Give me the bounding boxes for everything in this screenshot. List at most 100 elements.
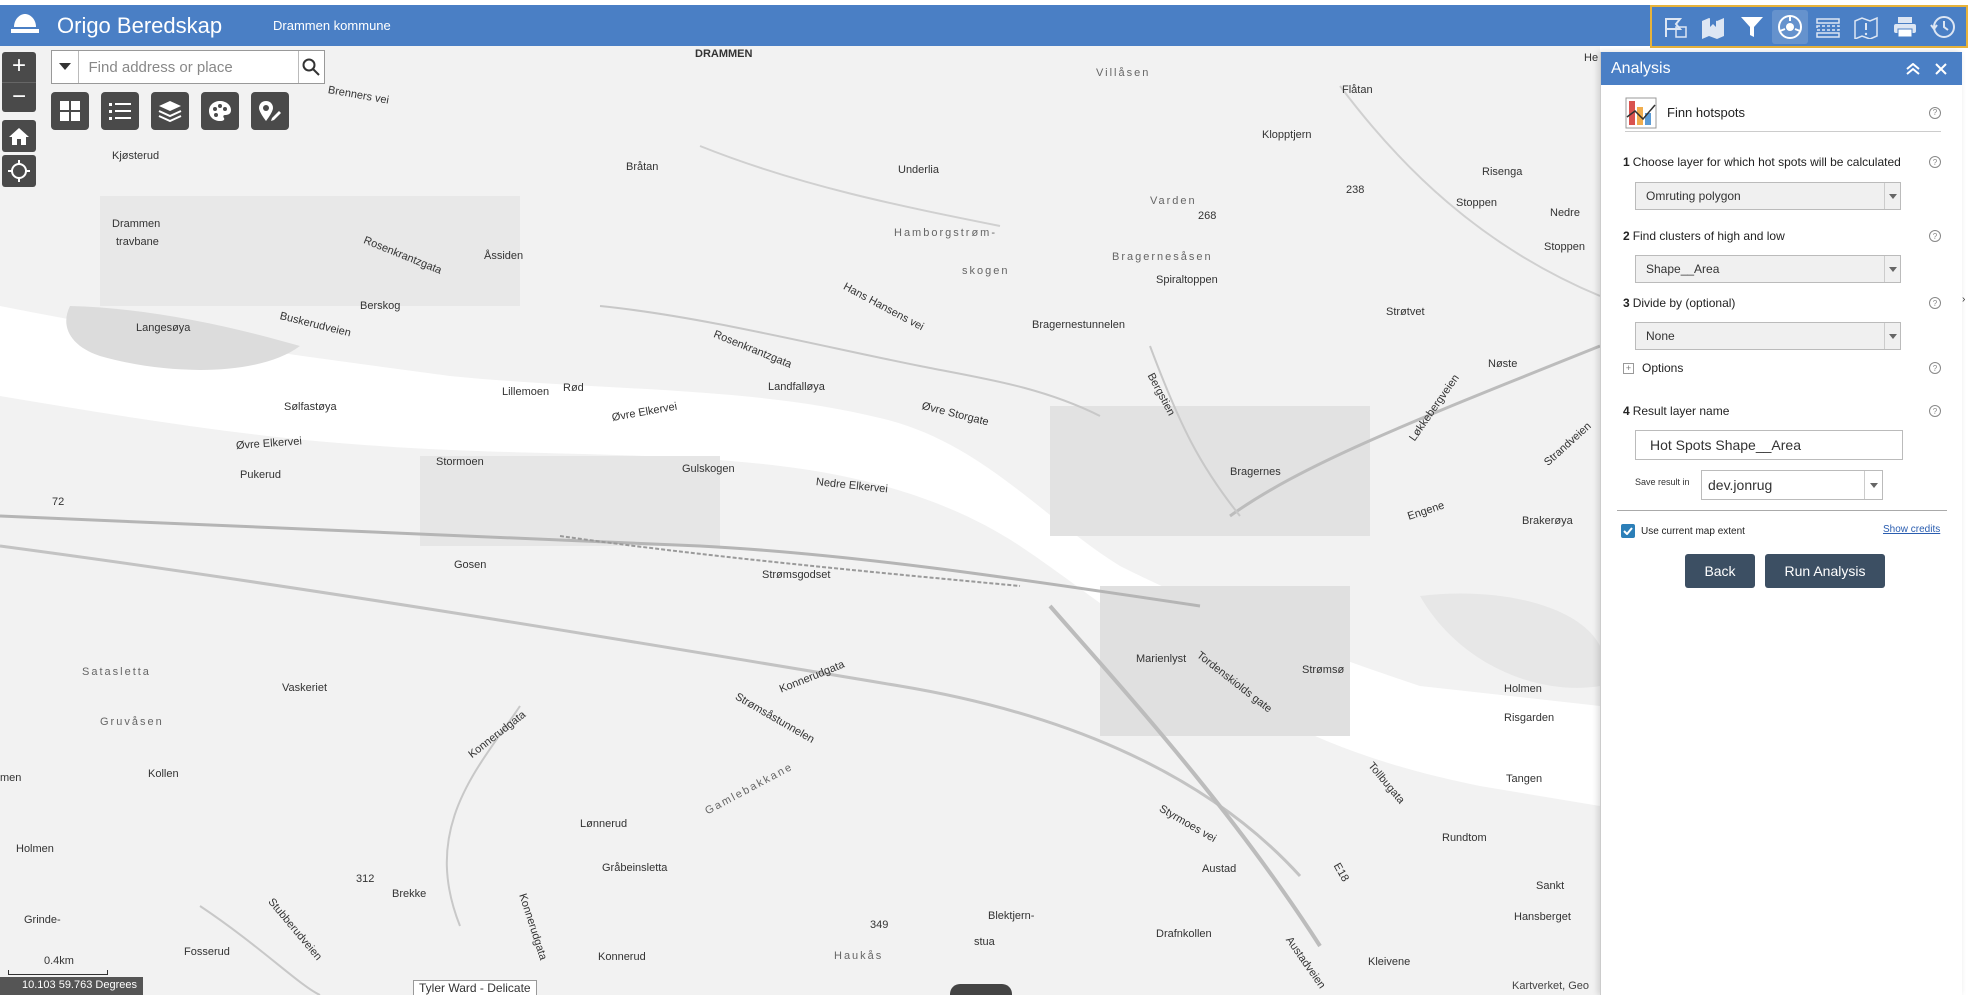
map-place-label: Bragernes	[1230, 466, 1281, 478]
map-place-label: Gulskogen	[682, 463, 735, 475]
map-place-label: 238	[1346, 184, 1365, 196]
map-place-label: Bragernestunnelen	[1032, 319, 1125, 331]
back-button[interactable]: Back	[1685, 554, 1755, 588]
map-place-label: Gruvåsen	[100, 716, 164, 728]
help-icon[interactable]: ?	[1929, 405, 1941, 417]
locate-icon	[8, 160, 30, 182]
widget-basemap-button[interactable]	[201, 92, 239, 130]
panel-title: Analysis	[1611, 59, 1671, 77]
options-toggle[interactable]: + Options ?	[1623, 361, 1941, 375]
bottom-panel-toggle[interactable]	[950, 984, 1012, 995]
help-icon[interactable]: ?	[1929, 230, 1941, 242]
map-place-label: Risenga	[1482, 166, 1523, 178]
collapse-panel-button[interactable]	[1902, 58, 1924, 80]
map-view[interactable]: DRAMMEN Kjøsterud Drammen travbane Åssiden Be…	[0, 46, 1600, 995]
home-button[interactable]	[2, 120, 36, 152]
map-place-label: Gråbeinsletta	[602, 862, 668, 874]
map-place-label: Strømsø	[1302, 664, 1345, 676]
scale-label: 0.4km	[44, 955, 74, 967]
close-panel-button[interactable]	[1930, 58, 1952, 80]
road-line	[699, 145, 1001, 227]
map-place-label: 312	[356, 873, 375, 885]
map-place-label: Varden	[1150, 195, 1197, 207]
map-place-label: Rød	[563, 382, 584, 394]
map-place-label: 72	[52, 496, 65, 508]
map-place-label: Hamborgstrøm-	[894, 227, 998, 239]
map-place-label: He	[1584, 52, 1599, 64]
divide-by-select[interactable]: None	[1635, 322, 1901, 350]
filter-icon	[1740, 16, 1763, 37]
select-value: None	[1646, 329, 1675, 343]
zoom-out-button[interactable]: −	[2, 82, 36, 112]
widget-layers-button[interactable]	[151, 92, 189, 130]
map-place-label: Gosen	[454, 559, 487, 571]
help-icon[interactable]: ?	[1929, 362, 1941, 374]
run-analysis-button[interactable]: Run Analysis	[1765, 554, 1885, 588]
history-button[interactable]	[1925, 10, 1961, 44]
expand-icon: +	[1623, 362, 1634, 374]
map-place-label: Lønnerud	[580, 818, 628, 830]
input-layer-select[interactable]: Omruting polygon	[1635, 182, 1901, 210]
map-place-label: Satasletta	[82, 666, 151, 678]
tool-row: Finn hotspots ?	[1625, 94, 1941, 132]
map-place-label: Drammen	[112, 218, 161, 230]
step-number: 3	[1623, 296, 1630, 310]
result-layer-name-input[interactable]: Hot Spots Shape__Area	[1635, 430, 1903, 460]
help-icon[interactable]: ?	[1929, 106, 1941, 119]
search-source-dropdown[interactable]	[52, 51, 79, 83]
map-place-label: Sankt	[1536, 880, 1565, 892]
step-2-label: 2 Find clusters of high and low	[1623, 229, 1785, 243]
map-place-label: Bråtan	[626, 161, 659, 173]
step-4-label: 4 Result layer name	[1623, 404, 1729, 418]
bookmark-map-button[interactable]	[1695, 10, 1731, 44]
chevron-down-icon	[1884, 256, 1900, 282]
incident-report-icon	[1854, 16, 1879, 39]
map-place-label: Tangen	[1506, 773, 1543, 785]
analysis-button[interactable]	[1771, 9, 1808, 44]
checkbox-label: Use current map extent	[1641, 525, 1745, 537]
use-map-extent-option[interactable]: Use current map extent	[1621, 524, 1745, 538]
map-place-label: Bragernesåsen	[1112, 251, 1213, 263]
step-number: 4	[1623, 404, 1630, 418]
map-place-label: Berskog	[360, 300, 401, 312]
history-icon	[1930, 15, 1955, 38]
widget-legend-button[interactable]	[101, 92, 139, 130]
app-subtitle[interactable]: Drammen kommune	[273, 18, 391, 33]
bookmark-flag-button[interactable]	[1657, 10, 1693, 44]
map-place-label: Konnerud	[598, 951, 646, 963]
help-icon[interactable]: ?	[1929, 297, 1941, 309]
map-place-label: Fosserud	[184, 946, 230, 958]
map-place-label: Underlia	[898, 164, 939, 176]
print-button[interactable]	[1887, 10, 1923, 44]
map-place-label: Blektjern-	[988, 910, 1035, 922]
zoom-in-button[interactable]: +	[2, 52, 36, 82]
layer-settings-button[interactable]	[1810, 10, 1846, 44]
layers-icon	[158, 101, 182, 122]
map-place-label: Holmen	[1504, 683, 1542, 695]
map-place-label: Holmen	[16, 843, 54, 855]
widget-draw-button[interactable]	[251, 92, 289, 130]
map-place-label: skogen	[962, 265, 1010, 277]
home-icon	[9, 128, 29, 145]
zoom-control: + −	[2, 52, 36, 112]
help-icon[interactable]: ?	[1929, 156, 1941, 168]
show-credits-link[interactable]: Show credits	[1883, 524, 1940, 535]
step-1-label: 1 Choose layer for which hot spots will b…	[1623, 155, 1901, 169]
map-place-label: 268	[1198, 210, 1217, 222]
filter-button[interactable]	[1734, 10, 1770, 44]
map-extent-checkbox[interactable]	[1621, 524, 1635, 538]
analysis-panel: Analysis Finn hotspots ? 1 Choose layer f…	[1600, 52, 1962, 995]
map-place-label: Nedre	[1550, 207, 1580, 219]
map-place-label: Kjøsterud	[112, 150, 160, 162]
locate-button[interactable]	[2, 155, 36, 187]
widget-grid-button[interactable]	[51, 92, 89, 130]
save-folder-select[interactable]: dev.jonrug	[1701, 470, 1883, 500]
incident-report-button[interactable]	[1848, 10, 1884, 44]
caret-down-icon	[58, 63, 71, 70]
search-icon	[302, 58, 320, 76]
map-place-label: men	[0, 772, 22, 784]
search-input[interactable]	[78, 51, 298, 83]
double-chevron-up-icon	[1906, 62, 1920, 75]
analysis-field-select[interactable]: Shape__Area	[1635, 255, 1901, 283]
search-button[interactable]	[297, 51, 325, 83]
